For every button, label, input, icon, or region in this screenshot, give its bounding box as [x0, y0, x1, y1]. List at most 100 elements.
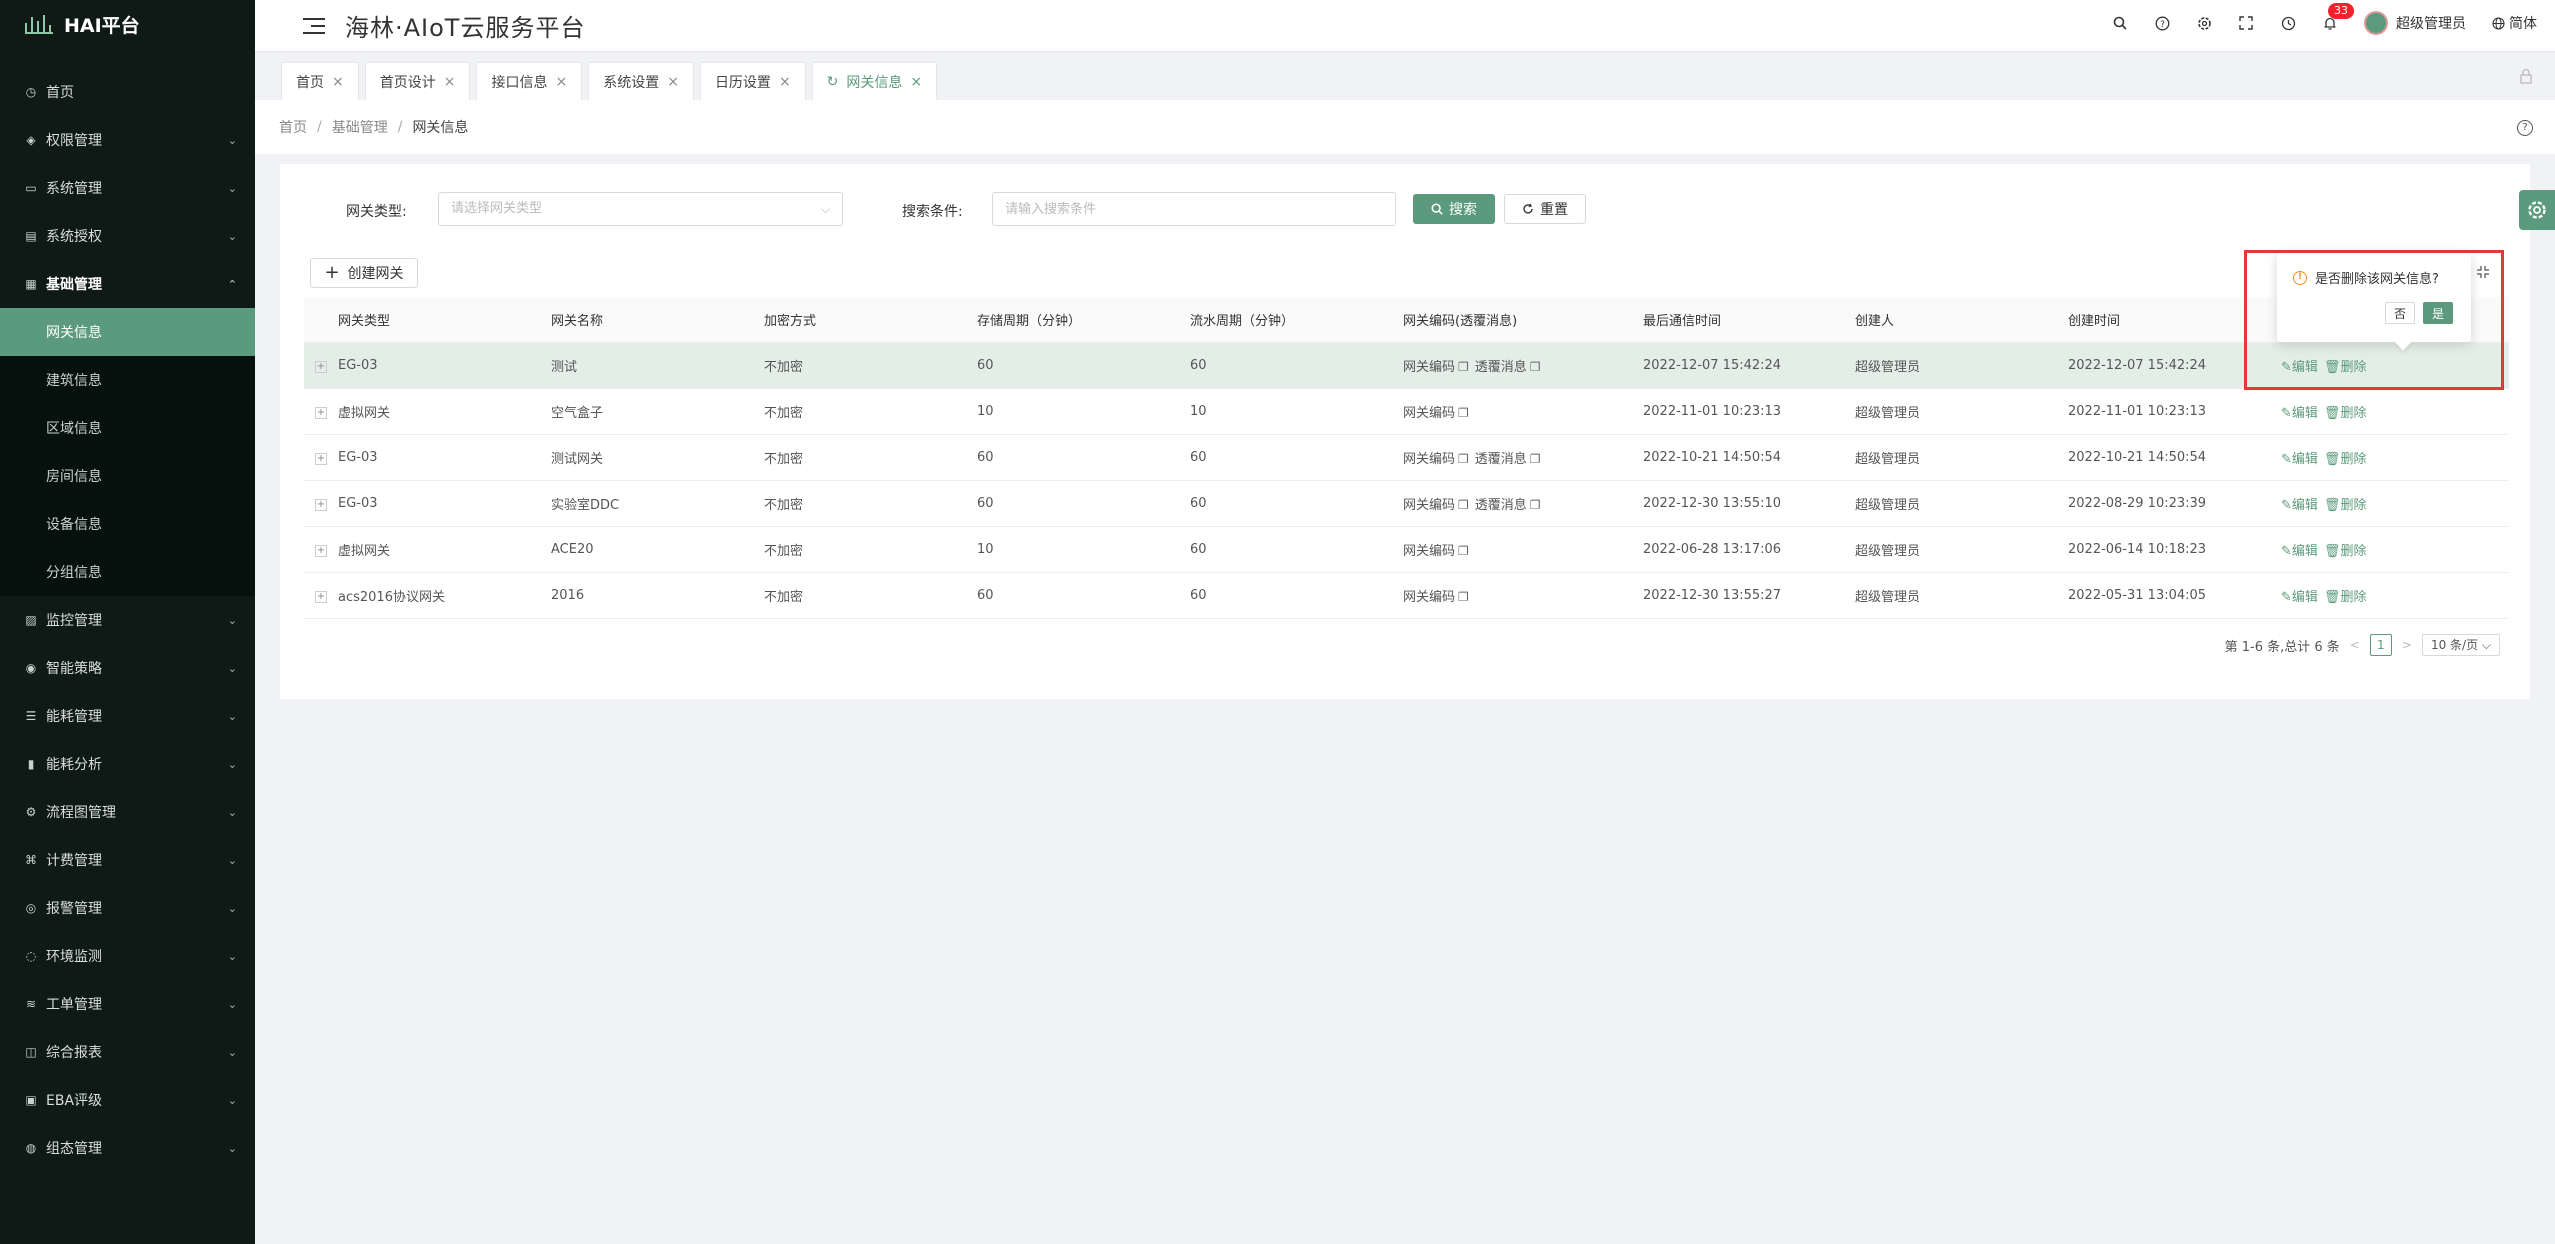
sidebar-subitem[interactable]: 房间信息 [0, 452, 255, 500]
sidebar-subitem[interactable]: 分组信息 [0, 548, 255, 596]
collapse-icon[interactable] [2476, 265, 2490, 283]
copy-icon[interactable]: ❐ [1530, 498, 1541, 512]
sidebar-item[interactable]: ≋ 工单管理 ⌄ [0, 980, 255, 1028]
clock-icon[interactable] [2280, 15, 2296, 31]
table-row[interactable]: + 虚拟网关 空气盒子 不加密 10 10 网关编码 ❐ 2022-11-01 10:23:13… [304, 389, 2509, 435]
search-input[interactable] [992, 192, 1396, 226]
sidebar-item[interactable]: ⌘ 计费管理 ⌄ [0, 836, 255, 884]
copy-icon[interactable]: ❐ [1458, 406, 1469, 420]
sidebar-item[interactable]: ◉ 智能策略 ⌄ [0, 644, 255, 692]
tab[interactable]: 日历设置 × [699, 62, 806, 100]
copy-icon[interactable]: ❐ [1458, 544, 1469, 558]
edit-button[interactable]: ✎编辑 [2281, 360, 2318, 375]
delete-button[interactable]: 🗑删除 [2324, 360, 2367, 375]
sidebar-item[interactable]: ▣ EBA评级 ⌄ [0, 1076, 255, 1124]
tab[interactable]: 接口信息 × [476, 62, 583, 100]
expand-icon[interactable]: + [315, 591, 327, 603]
sidebar-item[interactable]: ▦ 基础管理 ⌃ [0, 260, 255, 308]
user-menu[interactable]: 超级管理员 [2364, 11, 2466, 35]
sidebar-subitem[interactable]: 区域信息 [0, 404, 255, 452]
page-size-select[interactable]: 10 条/页 ⌵ [2421, 634, 2500, 656]
trash-icon: 🗑 [2323, 406, 2341, 421]
sidebar-item[interactable]: ◈ 权限管理 ⌄ [0, 116, 255, 164]
edit-button[interactable]: ✎编辑 [2281, 544, 2318, 559]
delete-button[interactable]: 🗑删除 [2324, 406, 2367, 421]
close-icon[interactable]: × [332, 74, 344, 90]
cell-type: acs2016协议网关 [338, 590, 445, 605]
close-icon[interactable]: × [779, 74, 791, 90]
sidebar-subitem[interactable]: 建筑信息 [0, 356, 255, 404]
close-icon[interactable]: × [667, 74, 679, 90]
search-icon[interactable] [2112, 15, 2128, 31]
edit-button[interactable]: ✎编辑 [2281, 452, 2318, 467]
tab[interactable]: 系统设置 × [588, 62, 694, 100]
settings-fab[interactable] [2519, 190, 2555, 230]
copy-icon[interactable]: ❐ [1530, 360, 1541, 374]
tab[interactable]: ↻ 网关信息 × [811, 62, 938, 100]
copy-icon[interactable]: ❐ [1458, 452, 1469, 466]
sidebar-subitem[interactable]: 网关信息 [0, 308, 255, 356]
expand-icon[interactable]: + [315, 453, 327, 465]
sidebar-item[interactable]: ◎ 报警管理 ⌄ [0, 884, 255, 932]
copy-icon[interactable]: ❐ [1458, 498, 1469, 512]
reset-button[interactable]: 重置 [1504, 194, 1586, 224]
page-number[interactable]: 1 [2369, 634, 2392, 656]
popconfirm-yes-button[interactable]: 是 [2423, 302, 2453, 324]
breadcrumb-parent[interactable]: 基础管理 [332, 117, 388, 137]
delete-button[interactable]: 🗑删除 [2324, 452, 2367, 467]
cell-last-comm: 2022-11-01 10:23:13 [1643, 404, 1782, 419]
lock-icon[interactable] [2519, 68, 2533, 88]
refresh-icon[interactable]: ↻ [827, 74, 839, 90]
next-page-icon[interactable]: > [2402, 638, 2412, 652]
expand-icon[interactable]: + [315, 499, 327, 511]
sidebar-item[interactable]: ☰ 能耗管理 ⌄ [0, 692, 255, 740]
expand-icon[interactable]: + [315, 545, 327, 557]
search-button[interactable]: 搜索 [1413, 194, 1495, 224]
gateway-type-select[interactable]: 请选择网关类型 ⌵ [438, 192, 843, 226]
tab[interactable]: 首页 × [281, 62, 359, 100]
close-icon[interactable]: × [910, 74, 922, 90]
brand-logo[interactable]: HAI平台 [0, 0, 255, 48]
language-switch[interactable]: 简体 [2492, 13, 2537, 33]
menu-icon: ⚙ [25, 805, 37, 819]
delete-button[interactable]: 🗑删除 [2324, 544, 2367, 559]
sidebar-item[interactable]: ▭ 系统管理 ⌄ [0, 164, 255, 212]
expand-icon[interactable]: + [315, 407, 327, 419]
edit-button[interactable]: ✎编辑 [2281, 590, 2318, 605]
close-icon[interactable]: × [444, 74, 456, 90]
sidebar-item[interactable]: ◷ 首页 [0, 68, 255, 116]
popconfirm-no-button[interactable]: 否 [2385, 302, 2415, 324]
table-row[interactable]: + EG-03 实验室DDC 不加密 60 60 网关编码 ❐ 透覆消息 ❐ 2022-12-30 … [304, 481, 2509, 527]
table-row[interactable]: + 虚拟网关 ACE20 不加密 10 60 网关编码 ❐ 2022-06-28 13:17:0… [304, 527, 2509, 573]
create-gateway-button[interactable]: + 创建网关 [310, 258, 418, 288]
table-row[interactable]: + EG-03 测试 不加密 60 60 网关编码 ❐ 透覆消息 ❐ 2022-12-07 15:4… [304, 343, 2509, 389]
close-icon[interactable]: × [555, 74, 567, 90]
bell-icon[interactable]: 33 [2322, 3, 2354, 31]
edit-button[interactable]: ✎编辑 [2281, 406, 2318, 421]
sidebar-item[interactable]: ◌ 环境监测 ⌄ [0, 932, 255, 980]
table-row[interactable]: + EG-03 测试网关 不加密 60 60 网关编码 ❐ 透覆消息 ❐ 2022-10-21 14… [304, 435, 2509, 481]
help-icon[interactable]: ? [2517, 120, 2533, 136]
sidebar-item[interactable]: ▨ 监控管理 ⌄ [0, 596, 255, 644]
fullscreen-icon[interactable] [2238, 15, 2254, 31]
settings-icon[interactable] [2196, 15, 2212, 31]
menu-toggle-icon[interactable] [303, 17, 325, 34]
delete-button[interactable]: 🗑删除 [2324, 498, 2367, 513]
question-icon[interactable]: ? [2154, 15, 2170, 31]
copy-icon[interactable]: ❐ [1458, 360, 1469, 374]
sidebar-subitem[interactable]: 设备信息 [0, 500, 255, 548]
copy-icon[interactable]: ❐ [1530, 452, 1541, 466]
delete-button[interactable]: 🗑删除 [2324, 590, 2367, 605]
sidebar-item[interactable]: ▤ 系统授权 ⌄ [0, 212, 255, 260]
sidebar-item[interactable]: ◫ 综合报表 ⌄ [0, 1028, 255, 1076]
prev-page-icon[interactable]: < [2350, 638, 2360, 652]
table-row[interactable]: + acs2016协议网关 2016 不加密 60 60 网关编码 ❐ 2022-12-30 1… [304, 573, 2509, 619]
tab[interactable]: 首页设计 × [364, 62, 471, 100]
sidebar-item[interactable]: ▮ 能耗分析 ⌄ [0, 740, 255, 788]
sidebar-item[interactable]: ◍ 组态管理 ⌄ [0, 1124, 255, 1172]
sidebar-item[interactable]: ⚙ 流程图管理 ⌄ [0, 788, 255, 836]
breadcrumb-home[interactable]: 首页 [279, 117, 307, 137]
expand-icon[interactable]: + [315, 361, 327, 373]
copy-icon[interactable]: ❐ [1458, 590, 1469, 604]
edit-button[interactable]: ✎编辑 [2281, 498, 2318, 513]
